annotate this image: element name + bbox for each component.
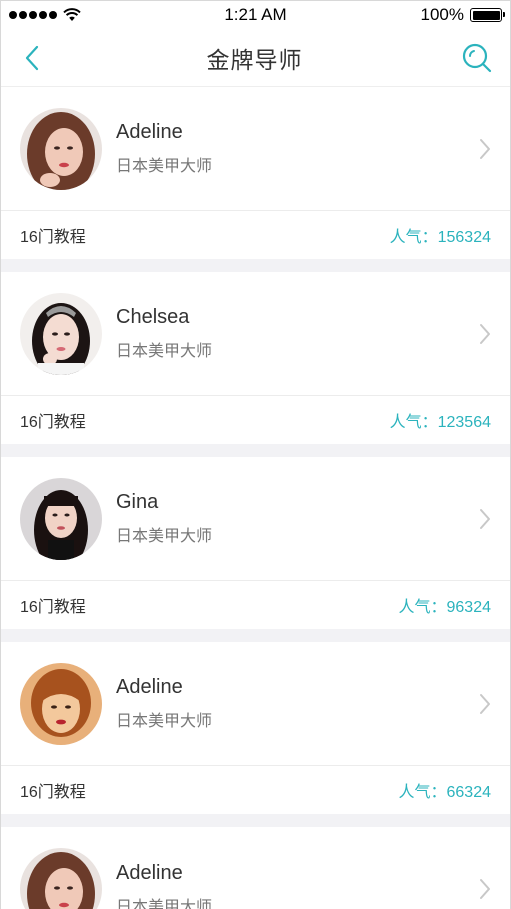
teacher-header[interactable]: Adeline 日本美甲大师 [1, 827, 510, 909]
teacher-list: Adeline 日本美甲大师 16门教程 人气：156324 Chelsea 日… [1, 87, 510, 909]
list-item[interactable]: Gina 日本美甲大师 16门教程 人气：96324 [1, 457, 510, 629]
teacher-footer: 16门教程 人气：123564 [1, 396, 510, 444]
course-count: 16门教程 [20, 784, 86, 801]
avatar [20, 292, 102, 375]
chevron-right-icon [480, 508, 490, 529]
signal-strength-icon [9, 11, 57, 19]
teacher-header[interactable]: Gina 日本美甲大师 [1, 457, 510, 581]
teacher-name: Adeline [116, 676, 183, 698]
teacher-title: 日本美甲大师 [116, 158, 213, 175]
battery-icon [470, 8, 505, 22]
signal-wifi-group [9, 8, 81, 22]
section-divider [1, 814, 510, 827]
list-item[interactable]: Chelsea 日本美甲大师 16门教程 人气：123564 [1, 272, 510, 444]
popularity: 人气：156324 [389, 229, 491, 246]
avatar [20, 848, 102, 909]
teacher-name: Adeline [116, 861, 183, 884]
teacher-title: 日本美甲大师 [116, 713, 213, 730]
teacher-name: Adeline [116, 121, 183, 143]
battery-percent: 100% [420, 5, 464, 24]
list-item[interactable]: Adeline 日本美甲大师 16门教程 人气：156324 [1, 87, 510, 259]
teacher-title: 日本美甲大师 [116, 898, 213, 909]
page-title: 金牌导师 [206, 46, 303, 73]
avatar [20, 107, 102, 190]
teacher-name: Gina [116, 491, 159, 513]
teacher-footer: 16门教程 人气：156324 [1, 211, 510, 259]
wifi-icon [63, 8, 81, 21]
course-count: 16门教程 [20, 414, 86, 431]
popularity: 人气：66324 [398, 784, 492, 801]
popularity: 人气：96324 [398, 599, 492, 616]
chevron-right-icon [480, 879, 490, 899]
avatar [20, 662, 102, 745]
search-icon [462, 43, 492, 72]
search-button[interactable] [462, 43, 492, 73]
back-button[interactable] [17, 43, 47, 73]
list-item[interactable]: Adeline 日本美甲大师 [1, 827, 510, 909]
nav-bar: 金牌导师 [1, 29, 510, 87]
teacher-footer: 16门教程 人气：96324 [1, 581, 510, 629]
chevron-right-icon [480, 138, 490, 159]
teacher-header[interactable]: Adeline 日本美甲大师 [1, 87, 510, 211]
list-item[interactable]: Adeline 日本美甲大师 16门教程 人气：66324 [1, 642, 510, 814]
chevron-right-icon [480, 693, 490, 714]
course-count: 16门教程 [20, 599, 86, 616]
section-divider [1, 629, 510, 642]
avatar [20, 477, 102, 560]
teacher-title: 日本美甲大师 [116, 343, 213, 360]
chevron-left-icon [25, 45, 39, 70]
section-divider [1, 444, 510, 457]
teacher-name: Chelsea [116, 306, 190, 328]
chevron-right-icon [480, 323, 490, 344]
status-bar: 1:21 AM 100% [1, 1, 510, 29]
popularity: 人气：123564 [389, 414, 491, 431]
teacher-header[interactable]: Adeline 日本美甲大师 [1, 642, 510, 766]
teacher-header[interactable]: Chelsea 日本美甲大师 [1, 272, 510, 396]
teacher-footer: 16门教程 人气：66324 [1, 766, 510, 814]
teacher-title: 日本美甲大师 [116, 528, 213, 545]
section-divider [1, 259, 510, 272]
course-count: 16门教程 [20, 229, 86, 246]
